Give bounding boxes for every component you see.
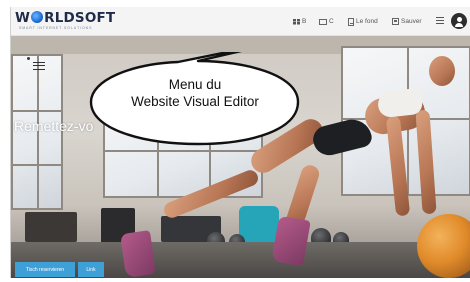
link-button[interactable]: Link [78,262,104,277]
athlete-shoe [120,230,156,278]
background-button[interactable]: Le fond [348,15,378,28]
bench [25,212,77,242]
hero-heading: Remettez-vo [14,118,94,134]
content-box-icon [319,18,327,25]
blocks-button[interactable]: B [293,15,306,28]
dot-icon [27,57,30,60]
user-account-icon[interactable] [451,13,467,29]
editor-toolbar: W RLDSOFT SMART INTERNET SOLUTIONS B C Le… [11,7,470,36]
page-icon [348,17,354,26]
content-button[interactable]: C [319,15,334,28]
reserve-table-button[interactable]: Tisch reservieren [15,262,75,277]
logo-text-left: W [15,10,31,26]
grid-icon [293,18,300,25]
globe-icon [31,11,44,23]
logo-text-right: RLDSOFT [44,10,116,26]
blocks-label: B [302,18,307,25]
callout-text: Menu du Website Visual Editor [105,76,285,110]
callout-line-2: Website Visual Editor [131,94,259,109]
save-icon [392,18,399,25]
teal-equipment [239,206,279,242]
save-label: Sauver [401,18,422,25]
background-label: Le fond [356,18,378,25]
callout-bubble: Menu du Website Visual Editor [83,52,313,147]
worldsoft-logo: W RLDSOFT SMART INTERNET SOLUTIONS [15,11,125,33]
content-label: C [329,18,334,25]
logo-wordmark: W RLDSOFT [15,11,115,26]
logo-tagline: SMART INTERNET SOLUTIONS [19,26,93,30]
athlete-head [429,56,455,86]
site-menu-icon[interactable] [33,62,45,70]
save-button[interactable]: Sauver [392,15,422,28]
hamburger-menu-icon[interactable] [436,17,444,24]
website-editor-frame: W RLDSOFT SMART INTERNET SOLUTIONS B C Le… [10,7,470,278]
callout-line-1: Menu du [168,77,222,92]
